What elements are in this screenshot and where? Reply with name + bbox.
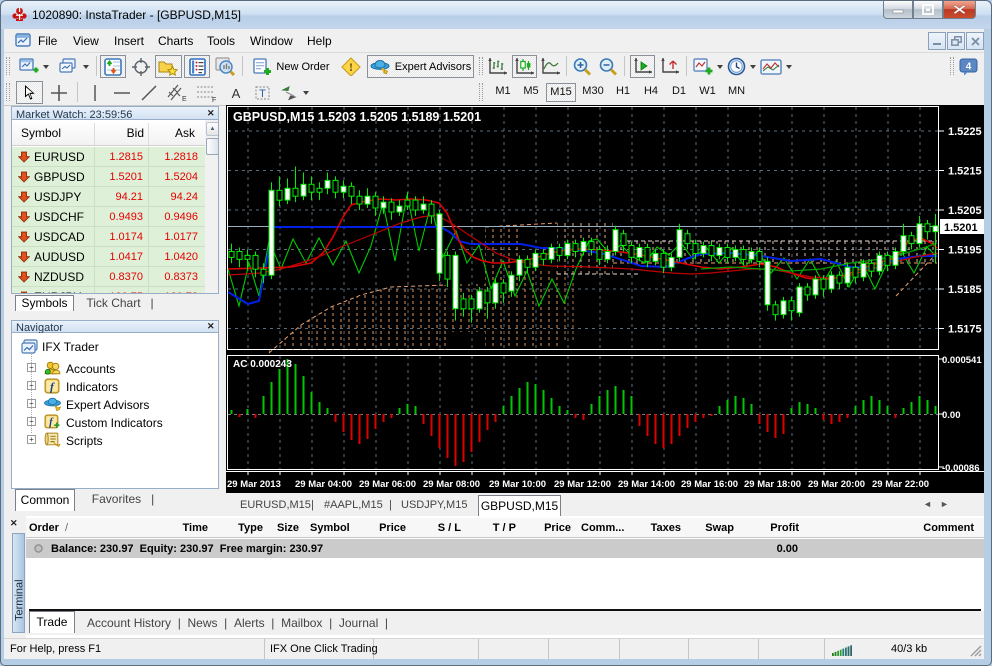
- svg-text:29 Mar 10:00: 29 Mar 10:00: [489, 479, 546, 490]
- svg-text:Terminal: Terminal: [14, 579, 26, 621]
- svg-text:1.5175: 1.5175: [948, 324, 982, 336]
- svg-text:29 Mar 22:00: 29 Mar 22:00: [872, 479, 929, 490]
- svg-text:29 Mar 14:00: 29 Mar 14:00: [618, 479, 675, 490]
- svg-text:29 Mar 04:00: 29 Mar 04:00: [295, 479, 352, 490]
- svg-text:1.5195: 1.5195: [948, 245, 982, 257]
- svg-text:29 Mar 12:00: 29 Mar 12:00: [554, 479, 611, 490]
- svg-text:T: T: [259, 88, 266, 100]
- svg-text:1.5185: 1.5185: [948, 284, 982, 296]
- svg-text:29 Mar 18:00: 29 Mar 18:00: [744, 479, 801, 490]
- svg-text:F: F: [212, 97, 216, 103]
- svg-text:!: !: [349, 60, 353, 74]
- svg-text:29 Mar 16:00: 29 Mar 16:00: [681, 479, 738, 490]
- svg-text:1.5225: 1.5225: [948, 126, 982, 138]
- svg-text:1.5205: 1.5205: [948, 205, 982, 217]
- svg-text:-0.00086: -0.00086: [942, 463, 980, 474]
- svg-text:1.5215: 1.5215: [948, 166, 982, 178]
- svg-text:29 Mar 20:00: 29 Mar 20:00: [808, 479, 865, 490]
- svg-text:1.5201: 1.5201: [944, 222, 978, 234]
- svg-text:A: A: [231, 86, 240, 101]
- svg-text:GBPUSD,M15 1.5203 1.5205 1.51: GBPUSD,M15 1.5203 1.5205 1.5189 1.5201: [233, 110, 481, 124]
- svg-text:E: E: [182, 96, 187, 103]
- svg-text:29 Mar 2013: 29 Mar 2013: [227, 479, 281, 490]
- svg-text:29 Mar 08:00: 29 Mar 08:00: [423, 479, 480, 490]
- svg-text:AC 0.000243: AC 0.000243: [233, 359, 292, 370]
- svg-text:29 Mar 06:00: 29 Mar 06:00: [359, 479, 416, 490]
- svg-text:0.000541: 0.000541: [942, 355, 982, 366]
- svg-text:4: 4: [965, 61, 971, 72]
- svg-text:0.00: 0.00: [942, 410, 961, 421]
